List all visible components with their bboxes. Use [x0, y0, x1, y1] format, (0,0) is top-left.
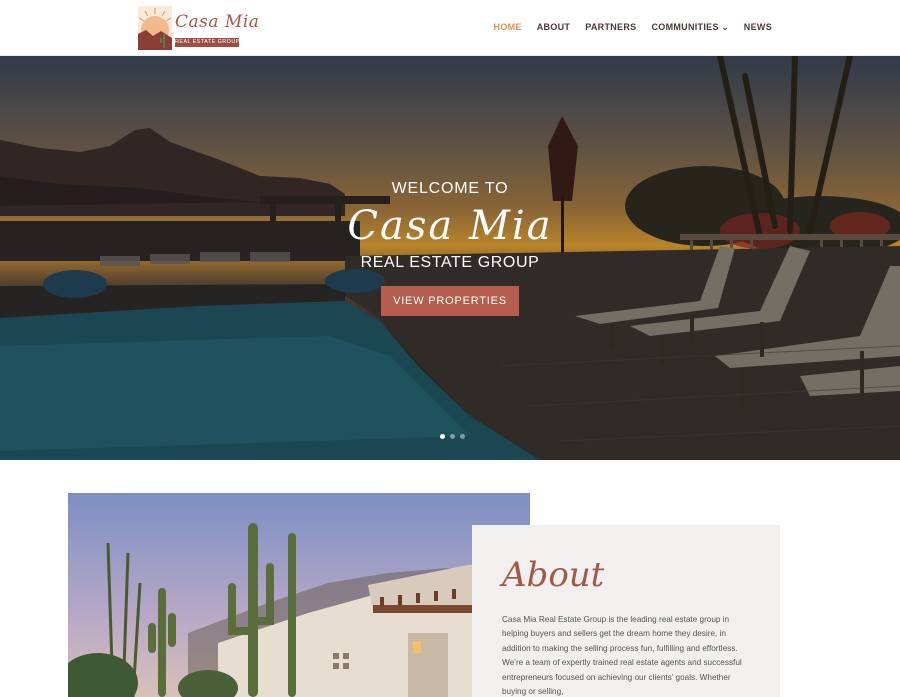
hero-slider: WELCOME TO Casa Mia REAL ESTATE GROUP VI… [0, 56, 900, 460]
main-nav: HOME ABOUT PARTNERS COMMUNITIES ⌄ NEWS [494, 22, 772, 32]
logo-tagline: REAL ESTATE GROUP [175, 38, 239, 47]
about-card: About Casa Mia Real Estate Group is the … [472, 525, 780, 697]
nav-partners[interactable]: PARTNERS [585, 22, 636, 32]
slider-dot-1[interactable] [440, 434, 445, 439]
site-header: Casa Mia REAL ESTATE GROUP HOME ABOUT PA… [0, 0, 900, 56]
view-properties-button[interactable]: VIEW PROPERTIES [381, 286, 519, 316]
logo-wordmark: Casa Mia [175, 12, 260, 32]
nav-communities[interactable]: COMMUNITIES ⌄ [651, 22, 728, 32]
slider-dot-3[interactable] [460, 434, 465, 439]
casa-mia-logo[interactable]: Casa Mia REAL ESTATE GROUP [137, 4, 259, 52]
hero-content: WELCOME TO Casa Mia REAL ESTATE GROUP VI… [0, 180, 900, 316]
adobe-house-image [68, 493, 530, 697]
hero-subtitle: REAL ESTATE GROUP [360, 254, 540, 271]
nav-about[interactable]: ABOUT [537, 22, 571, 32]
nav-home[interactable]: HOME [494, 22, 522, 32]
about-heading: About [502, 555, 605, 595]
nav-communities-label: COMMUNITIES [651, 22, 719, 32]
slider-dots [440, 434, 465, 439]
nav-about-label: ABOUT [536, 22, 571, 32]
nav-home-label: HOME [493, 22, 522, 32]
slider-dot-2[interactable] [450, 434, 455, 439]
about-photo [68, 493, 530, 697]
hero-welcome-text: WELCOME TO [391, 180, 509, 197]
nav-news-label: NEWS [743, 22, 772, 32]
about-body-text: Casa Mia Real Estate Group is the leadin… [502, 615, 742, 697]
chevron-down-icon: ⌄ [721, 22, 729, 32]
nav-partners-label: PARTNERS [585, 22, 637, 32]
sun-logo-icon [138, 6, 172, 50]
nav-news[interactable]: NEWS [744, 22, 772, 32]
hero-script-title: Casa Mia [347, 203, 553, 249]
